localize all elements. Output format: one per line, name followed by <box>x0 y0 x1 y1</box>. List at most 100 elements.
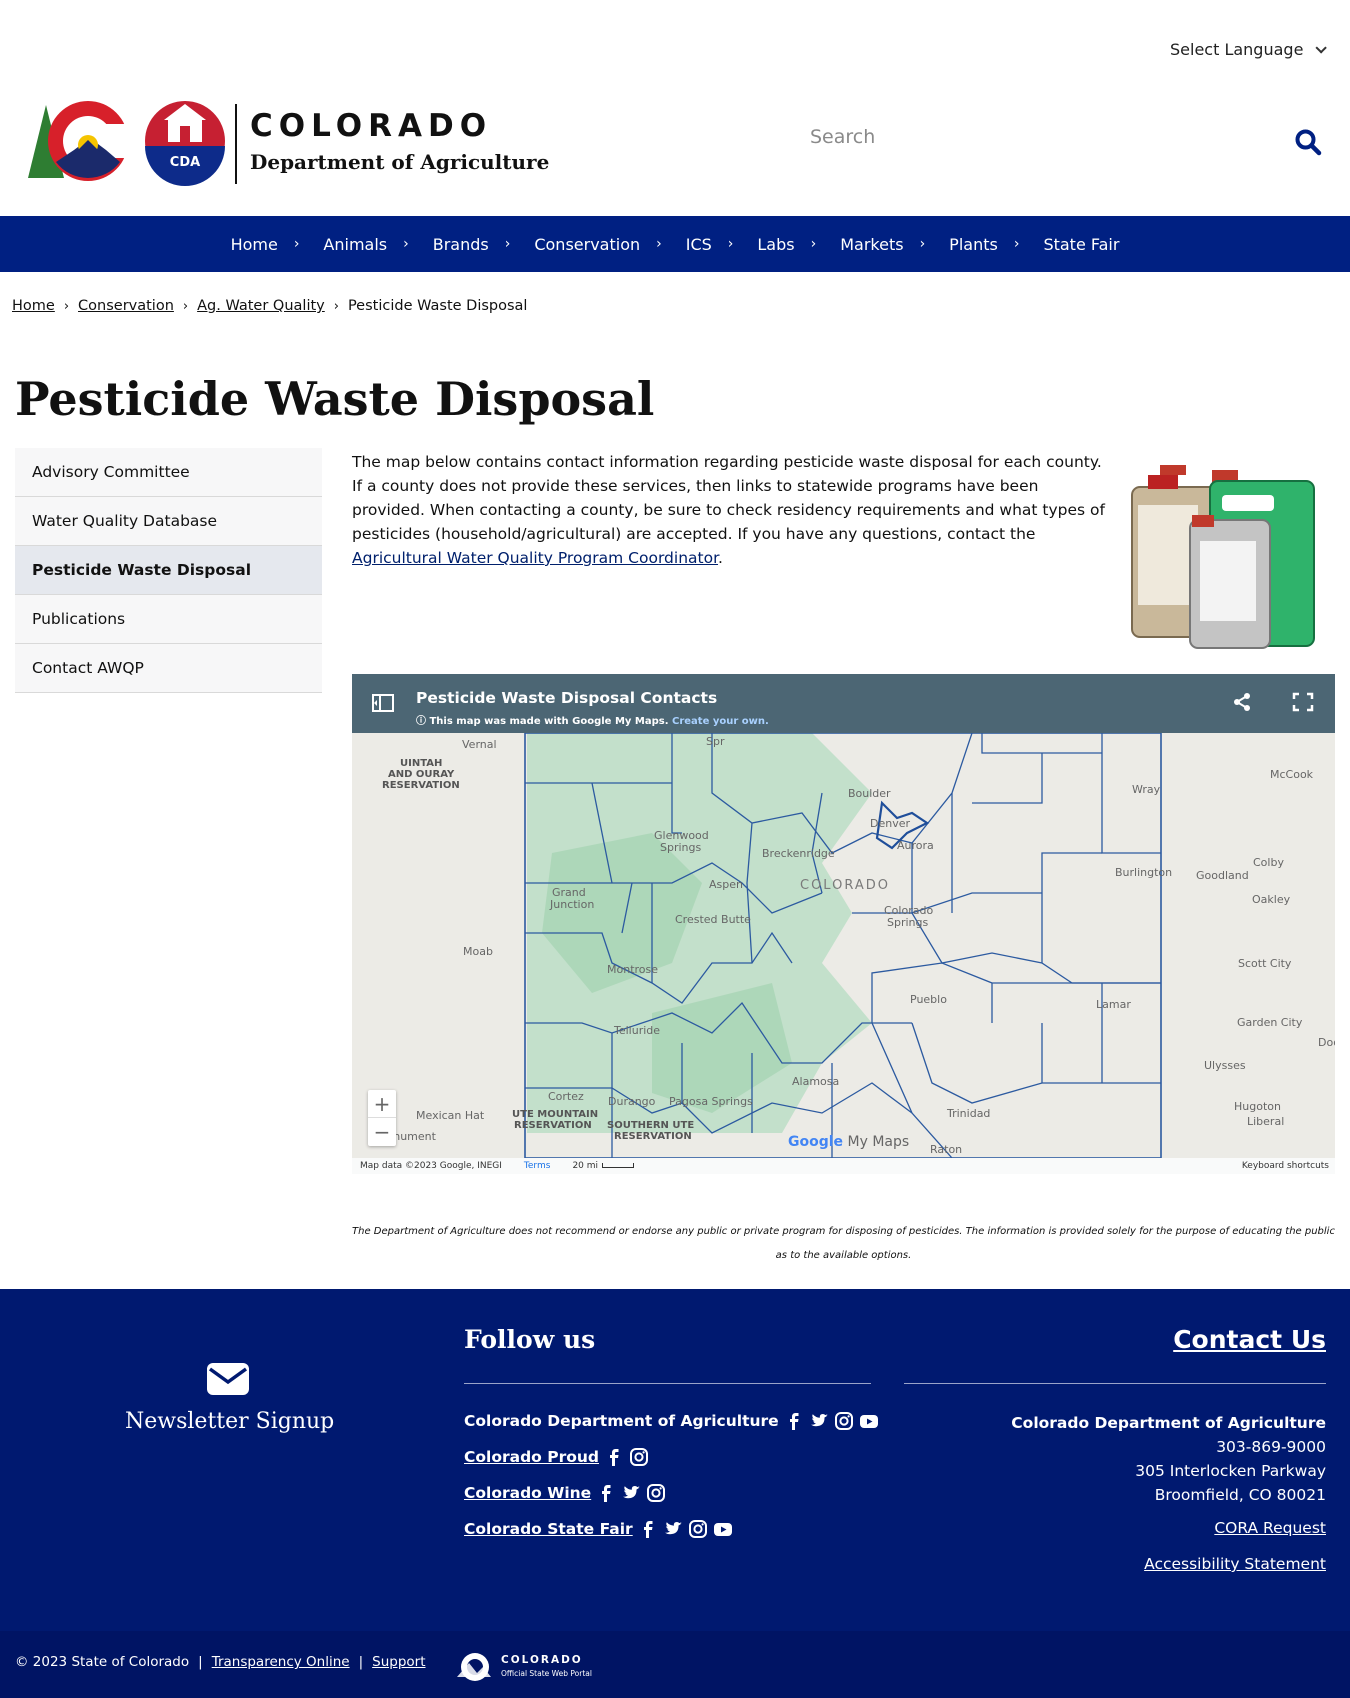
svg-text:Spr: Spr <box>706 735 725 748</box>
svg-text:Hugoton: Hugoton <box>1234 1100 1281 1113</box>
envelope-icon[interactable] <box>207 1363 249 1395</box>
logo-divider <box>235 104 237 184</box>
svg-text:Lamar: Lamar <box>1096 998 1131 1011</box>
chevron-right-icon: › <box>727 236 734 252</box>
svg-text:Colby: Colby <box>1253 856 1284 869</box>
chevron-right-icon: › <box>919 236 926 252</box>
breadcrumb-water-quality-link[interactable]: Ag. Water Quality <box>197 298 325 314</box>
nav-item-home[interactable]: Home › <box>231 235 300 254</box>
svg-text:Garden City: Garden City <box>1237 1016 1303 1029</box>
facebook-icon[interactable] <box>638 1519 658 1539</box>
nav-item-conservation[interactable]: Conservation › <box>534 235 661 254</box>
intro-end: . <box>718 549 723 567</box>
svg-text:CDA: CDA <box>170 155 200 170</box>
nav-item-brands[interactable]: Brands › <box>433 235 511 254</box>
twitter-icon[interactable] <box>621 1483 641 1503</box>
site-logo[interactable]: CDA COLORADO Department of Agriculture <box>28 100 550 190</box>
instagram-icon[interactable] <box>688 1519 708 1539</box>
svg-text:Crested Butte: Crested Butte <box>675 913 751 926</box>
svg-text:Junction: Junction <box>549 898 594 911</box>
sidebar-item-pesticide-waste-disposal[interactable]: Pesticide Waste Disposal <box>15 546 322 595</box>
youtube-icon[interactable] <box>859 1411 879 1431</box>
coordinator-link[interactable]: Agricultural Water Quality Program Coord… <box>352 549 718 567</box>
colorado-state-fair-link[interactable]: Colorado State Fair <box>464 1520 633 1538</box>
svg-text:UTE MOUNTAIN: UTE MOUNTAIN <box>512 1109 598 1120</box>
separator: | <box>198 1654 203 1670</box>
zoom-out-button[interactable]: − <box>368 1118 396 1146</box>
nav-label: Conservation <box>534 234 641 254</box>
newsletter-signup-link[interactable]: Newsletter Signup <box>125 1409 334 1434</box>
map-footer: Map data ©2023 Google, INEGI Terms 20 mi… <box>352 1158 1335 1174</box>
brand-state: COLORADO <box>250 108 493 144</box>
instagram-icon[interactable] <box>629 1447 649 1467</box>
create-own-link[interactable]: Create your own. <box>672 716 769 727</box>
map-terms-link[interactable]: Terms <box>524 1161 551 1171</box>
portal-subtitle: Official State Web Portal <box>501 1669 592 1678</box>
nav-label: Brands <box>432 234 489 254</box>
svg-text:Goodland: Goodland <box>1196 869 1249 882</box>
colorado-portal-logo[interactable]: COLORADO Official State Web Portal <box>455 1651 595 1683</box>
facebook-icon[interactable] <box>604 1447 624 1467</box>
accessibility-statement-link[interactable]: Accessibility Statement <box>1144 1555 1326 1573</box>
breadcrumb: Home › Conservation › Ag. Water Quality … <box>12 298 527 314</box>
search-input[interactable] <box>810 126 1270 148</box>
chevron-right-icon: › <box>293 236 300 252</box>
twitter-icon[interactable] <box>809 1411 829 1431</box>
svg-text:Liberal: Liberal <box>1247 1115 1284 1128</box>
svg-text:Dod: Dod <box>1318 1036 1335 1049</box>
search-icon[interactable] <box>1294 128 1324 158</box>
nav-item-plants[interactable]: Plants › <box>949 235 1019 254</box>
fullscreen-icon[interactable] <box>1292 692 1314 712</box>
zoom-in-button[interactable]: + <box>368 1090 396 1118</box>
instagram-icon[interactable] <box>834 1411 854 1431</box>
contact-us-link[interactable]: Contact Us <box>1173 1325 1326 1354</box>
facebook-icon[interactable] <box>596 1483 616 1503</box>
sidebar-item-contact-awqp[interactable]: Contact AWQP <box>15 644 322 693</box>
colorado-wine-link[interactable]: Colorado Wine <box>464 1484 591 1502</box>
svg-text:Springs: Springs <box>660 841 701 854</box>
sidebar-item-advisory-committee[interactable]: Advisory Committee <box>15 448 322 497</box>
map-canvas[interactable]: Vernal UINTAH AND OURAY RESERVATION Boul… <box>352 733 1335 1158</box>
colorado-proud-link[interactable]: Colorado Proud <box>464 1448 599 1466</box>
svg-text:Vernal: Vernal <box>462 738 497 751</box>
contact-address-line1: 305 Interlocken Parkway <box>1135 1462 1326 1480</box>
page-title: Pesticide Waste Disposal <box>15 372 655 426</box>
svg-text:AND OURAY: AND OURAY <box>388 769 455 780</box>
breadcrumb-home-link[interactable]: Home <box>12 298 55 314</box>
sidebar-item-water-quality-database[interactable]: Water Quality Database <box>15 497 322 546</box>
instagram-icon[interactable] <box>646 1483 666 1503</box>
nav-item-animals[interactable]: Animals › <box>323 235 408 254</box>
nav-item-ics[interactable]: ICS › <box>686 235 734 254</box>
svg-text:Durango: Durango <box>608 1095 656 1108</box>
nav-item-labs[interactable]: Labs › <box>757 235 816 254</box>
twitter-icon[interactable] <box>663 1519 683 1539</box>
support-link[interactable]: Support <box>372 1654 425 1670</box>
cora-request-link[interactable]: CORA Request <box>1214 1519 1326 1537</box>
section-nav: Advisory Committee Water Quality Databas… <box>15 448 322 693</box>
svg-text:Oakley: Oakley <box>1252 893 1291 906</box>
svg-text:Raton: Raton <box>930 1143 962 1156</box>
language-select-label: Select Language <box>1170 40 1304 59</box>
google-my-maps-logo: Google My Maps <box>788 1134 909 1150</box>
share-icon[interactable] <box>1232 692 1252 712</box>
embedded-map[interactable]: Pesticide Waste Disposal Contacts ⓘ This… <box>352 674 1335 1174</box>
breadcrumb-conservation-link[interactable]: Conservation <box>78 298 174 314</box>
transparency-online-link[interactable]: Transparency Online <box>212 1654 350 1670</box>
svg-text:Wray: Wray <box>1132 783 1161 796</box>
follow-row-cda: Colorado Department of Agriculture <box>464 1411 879 1431</box>
sidebar-item-publications[interactable]: Publications <box>15 595 322 644</box>
sidebar-toggle-icon[interactable] <box>372 694 394 712</box>
nav-item-markets[interactable]: Markets › <box>840 235 925 254</box>
nav-label: State Fair <box>1043 234 1120 254</box>
nav-item-state-fair[interactable]: State Fair <box>1043 235 1119 254</box>
chevron-right-icon: › <box>182 298 189 314</box>
youtube-icon[interactable] <box>713 1519 733 1539</box>
brand-department: Department of Agriculture <box>250 150 550 174</box>
main-nav: Home › Animals › Brands › Conservation › ICS… <box>0 216 1350 272</box>
chevron-down-icon <box>1315 41 1328 54</box>
facebook-icon[interactable] <box>784 1411 804 1431</box>
nav-label: Plants <box>949 234 998 254</box>
language-select[interactable]: Select Language <box>1170 40 1328 59</box>
keyboard-shortcuts-link[interactable]: Keyboard shortcuts <box>1242 1161 1329 1171</box>
svg-text:UINTAH: UINTAH <box>400 758 442 769</box>
